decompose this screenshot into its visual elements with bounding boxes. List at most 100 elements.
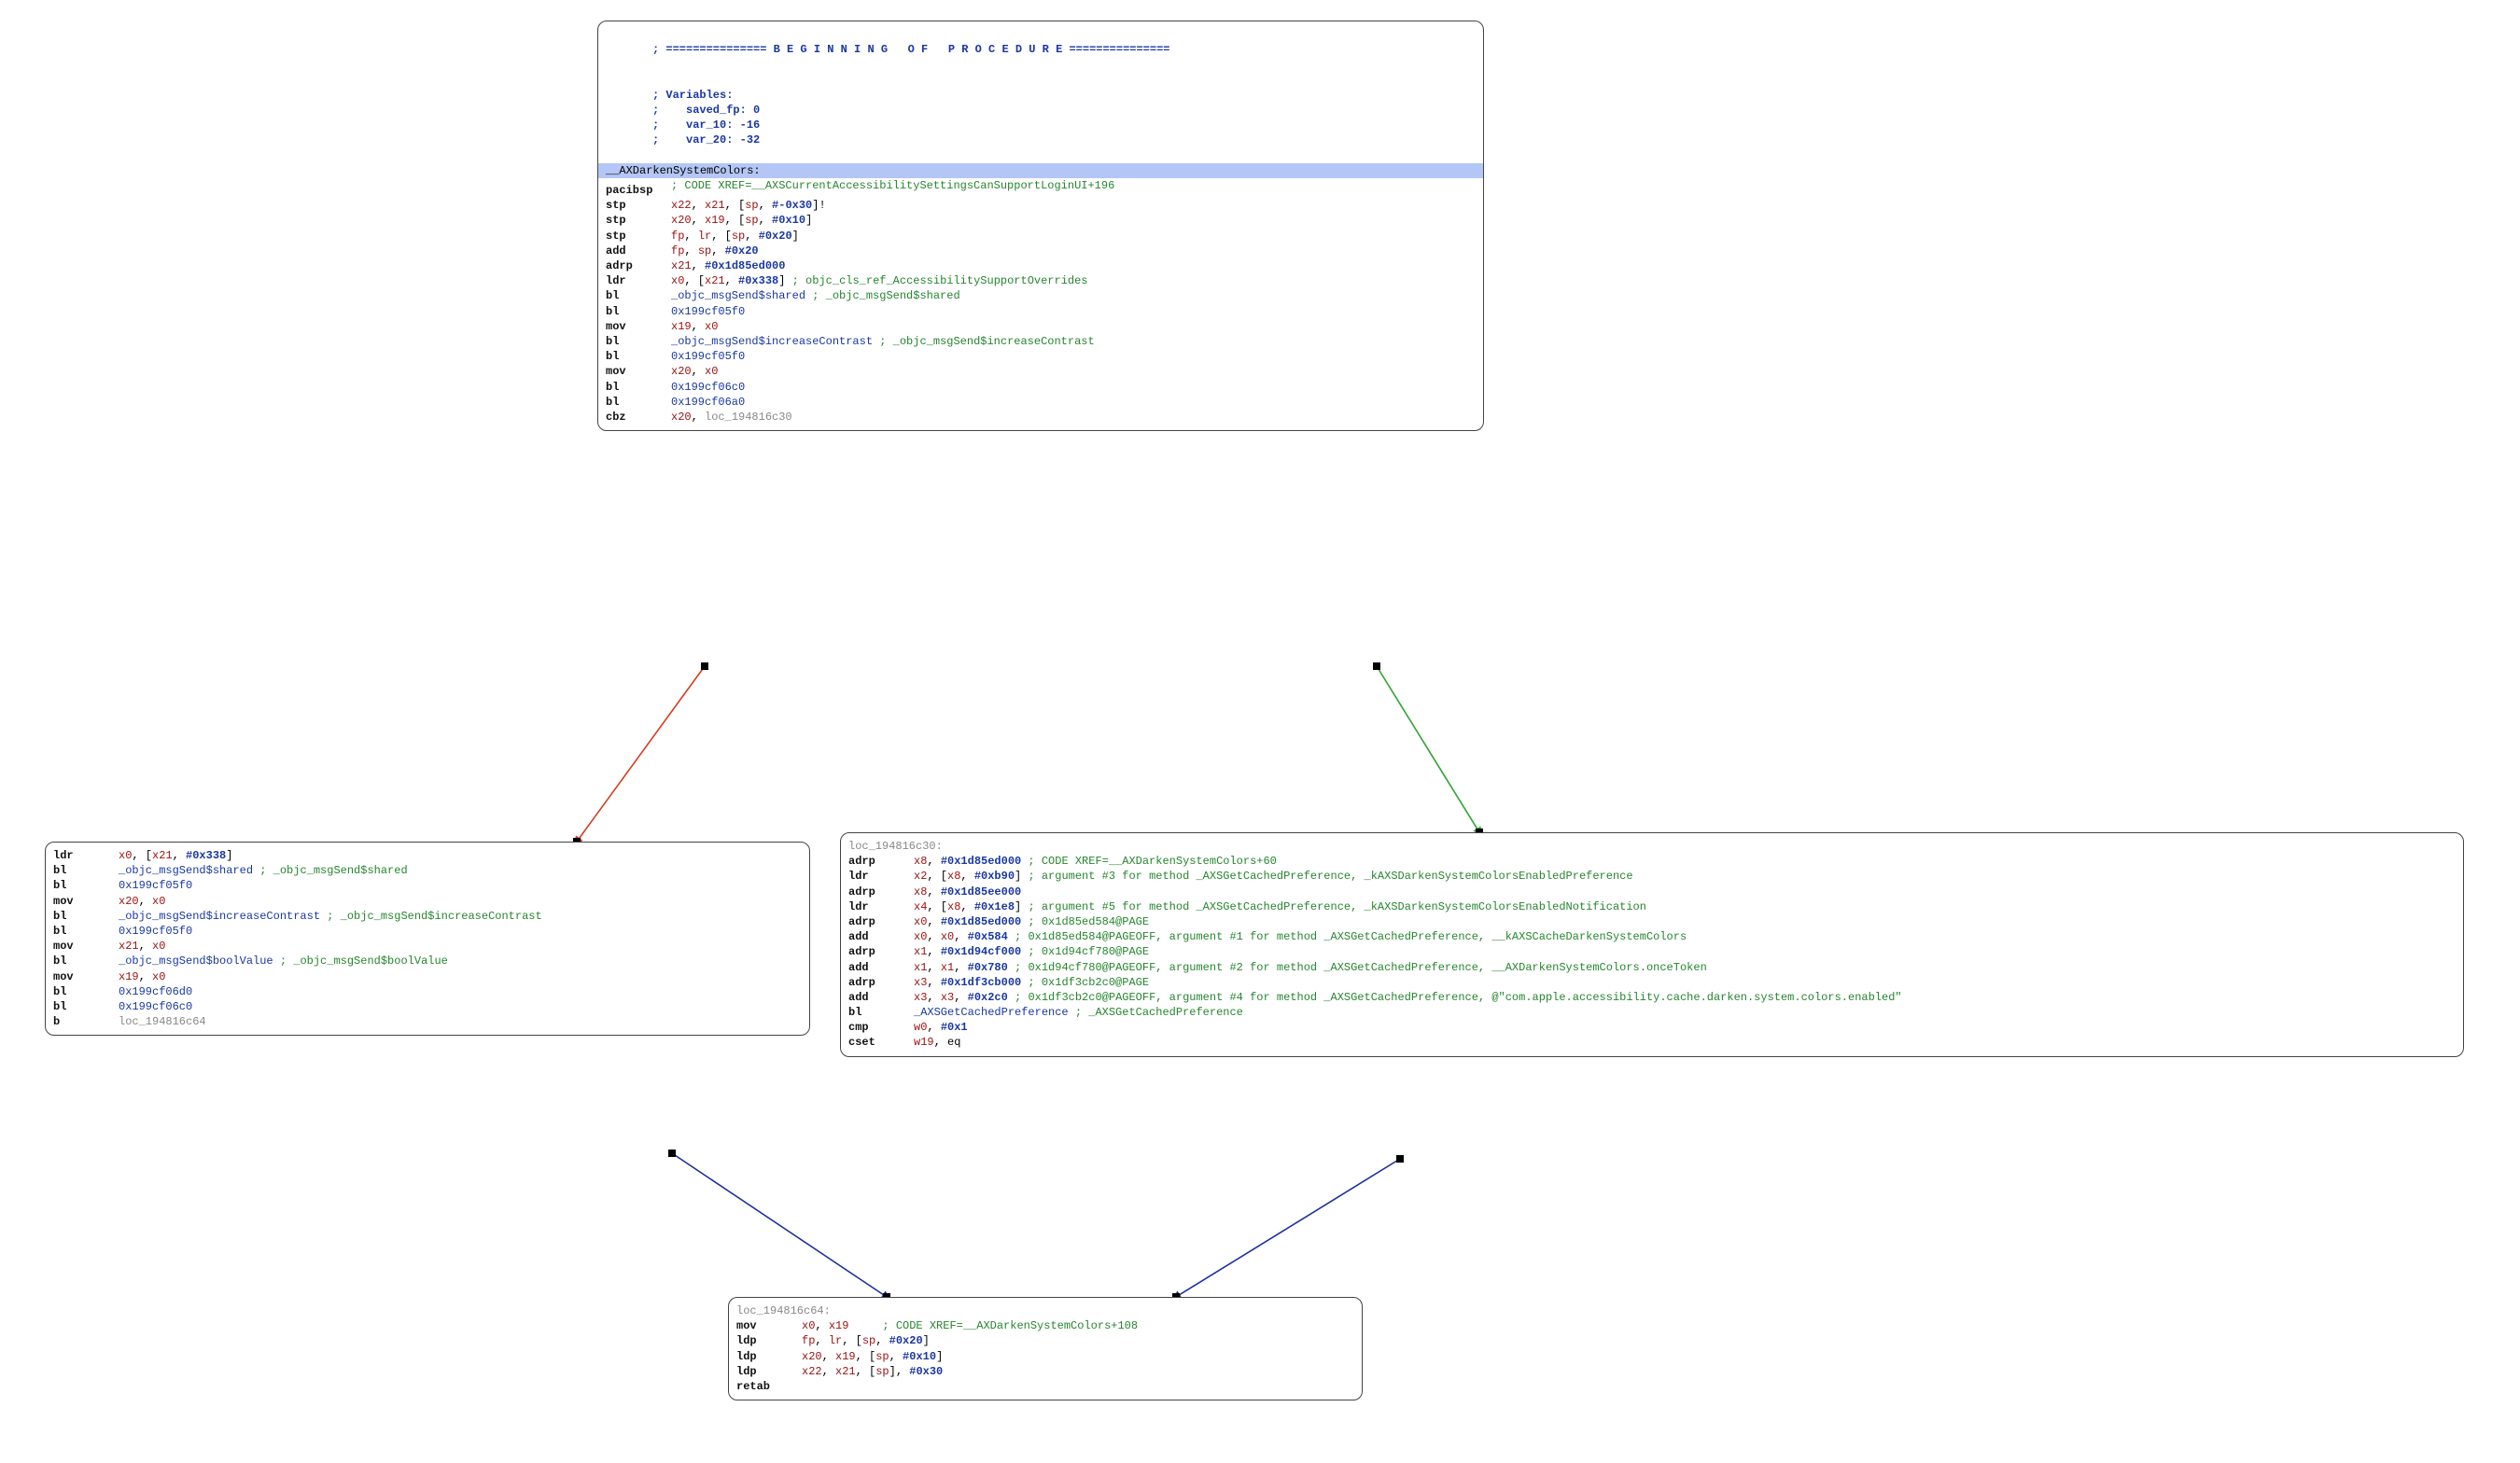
edge-port [668,1150,676,1157]
asm-row[interactable]: bl0x199cf06a0 [606,395,1474,410]
proc-header-line: ; saved_fp: 0 [606,103,1474,118]
asm-row[interactable]: addx0, x0, #0x584 ; 0x1d85ed584@PAGEOFF,… [848,929,2454,944]
asm-row[interactable]: bl0x199cf06c0 [53,999,800,1014]
cfg-canvas[interactable]: ; =============== B E G I N N I N G O F … [0,0,2520,1463]
selected-text: __AXDarkenSystemColors: [606,163,1483,178]
asm-row[interactable]: ldpx22, x21, [sp], #0x30 [736,1364,1352,1379]
opcode: mov [736,1318,802,1333]
operands: w0, #0x1 [914,1020,968,1035]
asm-row[interactable]: movx19, x0 [606,319,1474,334]
asm-row[interactable]: movx20, x0 [53,894,800,909]
asm-row[interactable]: stpfp, lr, [sp, #0x20] [606,229,1474,244]
operands: x19, x0 [119,969,165,984]
num-token: #0x1d85ed000 [941,855,1021,868]
asm-row[interactable]: ldrx0, [x21, #0x338] [53,848,800,863]
reg-token: x0 [802,1319,815,1332]
asm-row[interactable]: pacibsp; CODE XREF=__AXSCurrentAccessibi… [606,178,1474,198]
operands: _objc_msgSend$shared ; _objc_msgSend$sha… [119,863,408,878]
asm-row[interactable]: csetw19, eq [848,1035,2454,1050]
edge-port [1396,1155,1404,1163]
reg-token: x20 [671,214,692,227]
asm-row[interactable]: bl0x199cf06d0 [53,984,800,999]
asm-row[interactable]: bl_objc_msgSend$increaseContrast ; _objc… [606,334,1474,349]
asm-row[interactable]: ldrx0, [x21, #0x338] ; objc_cls_ref_Acce… [606,273,1474,288]
asm-row[interactable]: bl_AXSGetCachedPreference ; _AXSGetCache… [848,1005,2454,1020]
proc-header-line [606,148,1474,163]
asm-row[interactable]: adrpx8, #0x1d85ed000 ; CODE XREF=__AXDar… [848,854,2454,869]
asm-row[interactable]: adrpx21, #0x1d85ed000 [606,258,1474,273]
asm-row[interactable]: addx1, x1, #0x780 ; 0x1d94cf780@PAGEOFF,… [848,960,2454,975]
asm-row[interactable]: movx0, x19 ; CODE XREF=__AXDarkenSystemC… [736,1318,1352,1333]
asm-row[interactable]: stpx22, x21, [sp, #-0x30]! [606,198,1474,213]
num-token: #0x20 [725,244,759,258]
asm-row[interactable]: movx19, x0 [53,969,800,984]
asm-row[interactable]: cbzx20, loc_194816c30 [606,410,1474,425]
opcode: ldr [606,273,671,288]
asm-row[interactable]: bloc_194816c64 [53,1014,800,1029]
comment: ; CODE XREF=__AXDarkenSystemColors+108 [848,1319,1138,1332]
opcode: adrp [848,914,914,929]
asm-row[interactable]: bl0x199cf06c0 [606,380,1474,395]
reg-token: x0 [705,365,718,378]
asm-row[interactable]: bl0x199cf05f0 [53,924,800,939]
num-token: #0x1e8 [974,900,1015,913]
operands: x20, x19, [sp, #0x10] [671,213,812,228]
block-label-selected[interactable]: __AXDarkenSystemColors: [598,163,1483,178]
asm-row[interactable]: adrpx3, #0x1df3cb000 ; 0x1df3cb2c0@PAGE [848,975,2454,990]
reg-token: x1 [914,961,927,974]
reg-token: lr [698,230,711,243]
num-token: #0x20 [889,1334,923,1347]
operands: x20, x0 [671,364,718,379]
asm-row[interactable]: cmpw0, #0x1 [848,1020,2454,1035]
comment: ; CODE XREF=__AXDarkenSystemColors+60 [1021,855,1277,868]
asm-row[interactable]: adrpx8, #0x1d85ee000 [848,885,2454,899]
asm-row[interactable]: stpx20, x19, [sp, #0x10] [606,213,1474,228]
reg-token: sp [875,1350,889,1363]
asm-row[interactable]: addx3, x3, #0x2c0 ; 0x1df3cb2c0@PAGEOFF,… [848,990,2454,1005]
asm-row[interactable]: adrpx1, #0x1d94cf000 ; 0x1d94cf780@PAGE [848,944,2454,959]
operands: fp, sp, #0x20 [671,244,759,258]
cfg-node-branch-false[interactable]: ldrx0, [x21, #0x338]bl_objc_msgSend$shar… [45,842,810,1036]
asm-row[interactable]: adrpx0, #0x1d85ed000 ; 0x1d85ed584@PAGE [848,914,2454,929]
proc-header-line: ; Variables: [606,88,1474,103]
opcode: bl [606,395,671,410]
reg-token: x20 [802,1350,822,1363]
operands: x0, [x21, #0x338] [119,848,232,863]
reg-token: x19 [705,214,725,227]
asm-row[interactable]: ldpfp, lr, [sp, #0x20] [736,1333,1352,1348]
opcode: stp [606,213,671,228]
asm-row[interactable]: bl0x199cf05f0 [53,878,800,893]
operands: x20, x0 [119,894,165,909]
operands: _AXSGetCachedPreference ; _AXSGetCachedP… [914,1005,1243,1020]
proc-header-line [606,27,1474,42]
gray-token: loc_194816c64 [119,1015,206,1028]
comment: ; 0x1d94cf780@PAGEOFF, argument #2 for m… [1008,961,1707,974]
opcode: cset [848,1035,914,1050]
asm-row[interactable]: bl_objc_msgSend$shared ; _objc_msgSend$s… [606,288,1474,303]
asm-row[interactable]: bl0x199cf05f0 [606,349,1474,364]
opcode: bl [53,954,119,968]
reg-token: x21 [705,274,725,287]
asm-row[interactable]: ldpx20, x19, [sp, #0x10] [736,1349,1352,1364]
cfg-edge [1176,1159,1400,1297]
opcode: mov [53,969,119,984]
reg-token: x19 [829,1319,849,1332]
cfg-node-entry[interactable]: ; =============== B E G I N N I N G O F … [597,21,1484,431]
asm-row[interactable]: bl0x199cf05f0 [606,304,1474,319]
operands: x21, #0x1d85ed000 [671,258,785,273]
asm-row[interactable]: retab [736,1379,1352,1394]
asm-row[interactable]: movx20, x0 [606,364,1474,379]
asm-row[interactable]: ldrx4, [x8, #0x1e8] ; argument #5 for me… [848,899,2454,914]
asm-row[interactable]: addfp, sp, #0x20 [606,244,1474,258]
cfg-node-merge[interactable]: loc_194816c64:movx0, x19 ; CODE XREF=__A… [728,1297,1363,1400]
cfg-node-branch-true[interactable]: loc_194816c30:adrpx8, #0x1d85ed000 ; COD… [840,832,2464,1057]
asm-row[interactable]: ldrx2, [x8, #0xb90] ; argument #3 for me… [848,869,2454,884]
fn-token: _objc_msgSend$increaseContrast [671,335,873,348]
asm-row[interactable]: movx21, x0 [53,939,800,954]
operands: 0x199cf06c0 [671,380,745,395]
comment: ; _objc_msgSend$boolValue [273,954,448,968]
asm-row[interactable]: bl_objc_msgSend$increaseContrast ; _objc… [53,909,800,924]
asm-row[interactable]: bl_objc_msgSend$shared ; _objc_msgSend$s… [53,863,800,878]
asm-row[interactable]: bl_objc_msgSend$boolValue ; _objc_msgSen… [53,954,800,968]
operands: x3, x3, #0x2c0 ; 0x1df3cb2c0@PAGEOFF, ar… [914,990,1902,1005]
